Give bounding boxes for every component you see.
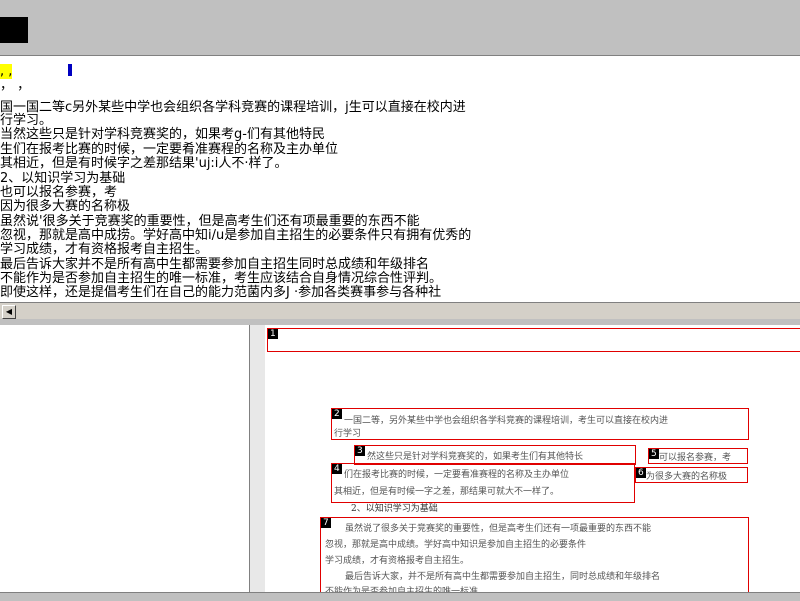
ocr-line-15: 即使这样，还是提倡考生们在自己的能力范菌内多J ·参加各类赛事参与各种社 (0, 285, 442, 300)
scan-text: 一国二等，另外某些中学也会组织各学科竞赛的课程培训，考生可以直接在校内进 (344, 416, 669, 426)
ocr-line-11: 忽视，那就是高中成捞。学好高中知i/u是参加自主招生的必要条件只有拥有优秀的 (0, 228, 472, 243)
ocr-line-1: ， ， (0, 78, 31, 93)
toolbar (0, 0, 800, 56)
toolbar-black-block (0, 17, 28, 43)
ocr-line-3: 行学习。 (0, 113, 53, 128)
region-box-6[interactable]: 6 为很多大赛的名称极 (635, 467, 748, 483)
scan-text: 们在报考比赛的时候，一定要看准赛程的名称及主办单位 (344, 470, 570, 480)
region-number: 3 (355, 446, 365, 456)
scanned-image-pane[interactable]: 1 2 一国二等，另外某些中学也会组织各学科竞赛的课程培训，考生可以直接在校内进… (250, 325, 800, 592)
region-box-4[interactable]: 4 们在报考比赛的时候，一定要看准赛程的名称及主办单位 其相近，但是有时候一字之… (331, 463, 635, 503)
horizontal-scrollbar[interactable]: ◀ (0, 302, 800, 319)
scan-text: 学习成绩，才有资格报考自主招生。 (325, 556, 470, 566)
region-box-2[interactable]: 2 一国二等，另外某些中学也会组织各学科竞赛的课程培训，考生可以直接在校内进 行… (331, 408, 749, 440)
scan-text: 最后告诉大家，并不是所有高中生都需要参加自主招生，同时总成绩和年级排名 (345, 572, 661, 582)
ocr-line-12: 学习成绩，才有资格报考自主招生。 (0, 242, 209, 257)
ocr-line-2: 国一国二等c另外某些中学也会组织各学科竞赛的课程培训，j生可以直接在校内进 (0, 100, 466, 115)
scan-text: 虽然说了很多关于竞赛奖的重要性，但是高考生们还有一项最重要的东西不能 (345, 524, 652, 534)
region-box-5[interactable]: 5 可以报名参赛，考 (648, 448, 748, 464)
ocr-line-5: 生们在报考比赛的时候，一定要肴准赛程的名称及主办单位 (0, 142, 339, 157)
ocr-line-10: 虽然说'很多关于竞赛奖的重要性，但是高考生们还有项最重要的东西不能 (0, 214, 420, 229)
ocr-line-7: 2、以知识学习为基础 (0, 171, 126, 186)
ocr-text-pane[interactable]: , , ， ， 国一国二等c另外某些中学也会组织各学科竞赛的课程培训，j生可以直… (0, 56, 800, 302)
region-number: 1 (268, 329, 278, 339)
region-number: 4 (332, 464, 342, 474)
ocr-line-14: 不能作为是否参加自主招生的唯一标准，考生应该结合自身情况综合性评判。 (0, 271, 443, 286)
region-box-1[interactable]: 1 (267, 328, 800, 352)
region-box-3[interactable]: 3 然这些只是针对学科竞赛奖的，如果考生们有其他特长 (354, 445, 636, 465)
scan-text: 不能作为是否参加自主招生的唯一标准 (325, 587, 479, 592)
scan-heading: 2、以知识学习为基础 (351, 504, 438, 514)
scan-text: 行学习 (334, 429, 362, 439)
ocr-line-9: 因为很多大赛的名称极 (0, 199, 131, 214)
region-number: 2 (332, 409, 342, 419)
region-number: 5 (649, 449, 659, 459)
ocr-line-6: 其相近，但是有时候字之差那结果'uj:i人不·样了。 (0, 156, 288, 171)
scan-text: 为很多大赛的名称极 (646, 472, 728, 482)
ocr-line-8: 也可以报名参赛，考 (0, 185, 118, 200)
text-cursor (68, 64, 72, 76)
left-empty-pane (0, 325, 250, 592)
ocr-line-13: 最后告诉大家并不是所有高中生都需要参加自主招生同时总成绩和年级排名 (0, 257, 430, 272)
scan-text: 然这些只是针对学科竞赛奖的，如果考生们有其他特长 (367, 452, 584, 462)
region-number: 7 (321, 518, 331, 528)
ocr-line-4: 当然这些只是针对学科竞赛奖的，如果考g-们有其他特民 (0, 127, 325, 142)
scan-text: 其相近，但是有时候一字之差，那结果可就大不一样了。 (334, 487, 560, 497)
scan-text: 可以报名参赛，考 (659, 453, 732, 463)
scroll-left-arrow-icon[interactable]: ◀ (2, 305, 16, 319)
scan-text: 忽视，那就是高中成绩。学好高中知识是参加自主招生的必要条件 (325, 540, 587, 550)
scanned-page: 1 2 一国二等，另外某些中学也会组织各学科竞赛的课程培训，考生可以直接在校内进… (265, 325, 800, 592)
ocr-line-0: , , (0, 64, 13, 79)
region-number: 6 (636, 468, 646, 478)
region-box-7[interactable]: 7 虽然说了很多关于竞赛奖的重要性，但是高考生们还有一项最重要的东西不能 忽视，… (320, 517, 749, 592)
